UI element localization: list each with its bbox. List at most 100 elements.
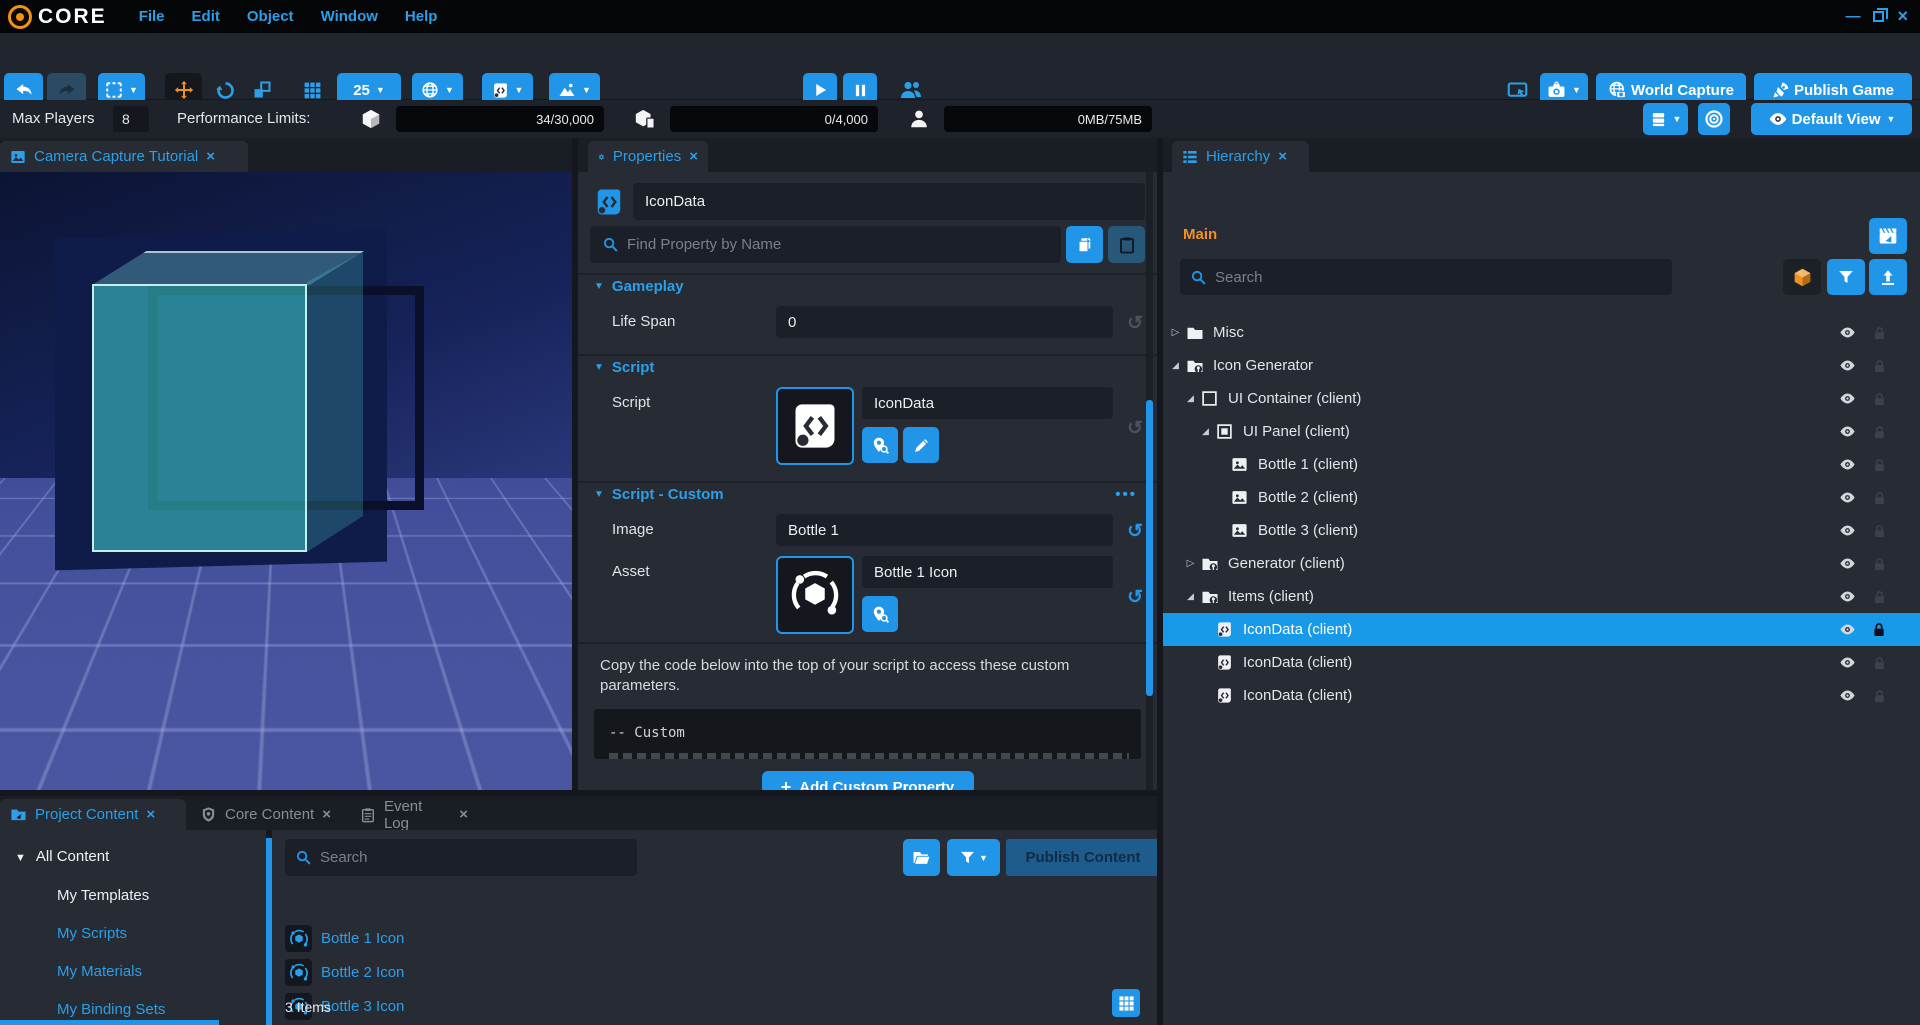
reset-icon[interactable]: ↺ [1127, 312, 1143, 335]
copy-properties-button[interactable] [1066, 226, 1103, 263]
help-target-button[interactable] [1698, 103, 1730, 135]
caret-expanded-icon[interactable]: ◢ [1183, 393, 1198, 404]
tree-row-selected[interactable]: IconData (client) [1163, 613, 1920, 646]
caret-collapsed-icon[interactable]: ▷ [1183, 558, 1198, 569]
script-asset-tile[interactable] [776, 387, 854, 465]
scene-root-label[interactable]: Main [1183, 226, 1217, 243]
code-snippet-box[interactable]: -- Custom [594, 709, 1141, 759]
tree-row[interactable]: ◢ Icon Generator [1163, 349, 1920, 382]
menu-help[interactable]: Help [405, 8, 438, 25]
tree-row[interactable]: ▷ Generator (client) [1163, 547, 1920, 580]
section-menu-icon[interactable]: ••• [1115, 486, 1137, 503]
caret-expanded-icon[interactable]: ◢ [1198, 426, 1213, 437]
reset-icon[interactable]: ↺ [1127, 586, 1143, 609]
object-name-field[interactable]: IconData [633, 183, 1145, 220]
close-button[interactable]: × [1897, 6, 1908, 27]
tab-close-icon[interactable]: × [459, 806, 468, 823]
grid-view-button[interactable] [1112, 989, 1140, 1017]
export-button[interactable] [1869, 259, 1907, 295]
sidebar-item-my-binding-sets[interactable]: My Binding Sets [57, 1001, 165, 1018]
asset-row[interactable]: Bottle 2 Icon [285, 959, 404, 986]
asset-type-icon-button[interactable] [1783, 259, 1821, 295]
visibility-eye-icon[interactable] [1839, 324, 1856, 342]
add-custom-property-button[interactable]: + Add Custom Property [762, 771, 974, 791]
publish-content-button[interactable]: Publish Content [1006, 839, 1160, 876]
properties-tab-close-icon[interactable]: × [689, 148, 698, 165]
visibility-eye-icon[interactable] [1839, 456, 1856, 474]
visibility-eye-icon[interactable] [1839, 588, 1856, 606]
tree-row[interactable]: Bottle 1 (client) [1163, 448, 1920, 481]
lock-icon[interactable] [1871, 621, 1887, 638]
tab-hierarchy[interactable]: Hierarchy × [1172, 141, 1309, 172]
sidebar-scroll-edge[interactable] [0, 1020, 219, 1025]
menu-window[interactable]: Window [321, 8, 378, 25]
save-dropdown[interactable]: ▼ [1643, 103, 1688, 135]
asset-row[interactable]: Bottle 1 Icon [285, 925, 404, 952]
scene-capture-button[interactable] [1869, 218, 1907, 254]
content-filter-dropdown[interactable]: ▼ [947, 839, 1000, 876]
edit-script-button[interactable] [903, 427, 939, 463]
visibility-eye-icon[interactable] [1839, 621, 1856, 639]
lock-icon[interactable] [1872, 456, 1887, 473]
lock-icon[interactable] [1872, 654, 1887, 671]
content-search-input[interactable]: Search [285, 839, 637, 876]
import-folder-button[interactable] [903, 839, 940, 876]
lock-icon[interactable] [1872, 423, 1887, 440]
lock-icon[interactable] [1872, 324, 1887, 341]
viewport-tab-close-icon[interactable]: × [206, 148, 215, 165]
caret-expanded-icon[interactable]: ◢ [1168, 360, 1183, 371]
tab-core-content[interactable]: Core Content × [190, 799, 342, 830]
asset-tile[interactable] [776, 556, 854, 634]
properties-scrollbar[interactable] [1146, 172, 1153, 790]
image-field[interactable]: Bottle 1 [776, 514, 1113, 546]
find-asset-button[interactable] [862, 427, 898, 463]
menu-object[interactable]: Object [247, 8, 294, 25]
section-gameplay[interactable]: ▼ Gameplay [578, 273, 1157, 298]
lock-icon[interactable] [1872, 588, 1887, 605]
filter-button[interactable] [1827, 259, 1865, 295]
visibility-eye-icon[interactable] [1839, 654, 1856, 672]
tree-row[interactable]: ◢ Items (client) [1163, 580, 1920, 613]
tree-row[interactable]: IconData (client) [1163, 679, 1920, 712]
paste-properties-button[interactable] [1108, 226, 1145, 263]
tab-properties[interactable]: Properties × [588, 141, 708, 172]
3d-viewport[interactable] [0, 172, 572, 790]
visibility-eye-icon[interactable] [1839, 357, 1856, 375]
sidebar-item-my-materials[interactable]: My Materials [57, 963, 142, 980]
restore-button[interactable] [1873, 11, 1884, 22]
lock-icon[interactable] [1872, 390, 1887, 407]
lock-icon[interactable] [1872, 357, 1887, 374]
caret-expanded-icon[interactable]: ◢ [1183, 591, 1198, 602]
tree-row[interactable]: ▷ Misc [1163, 316, 1920, 349]
section-script[interactable]: ▼ Script [578, 354, 1157, 379]
hierarchy-tab-close-icon[interactable]: × [1278, 148, 1287, 165]
asset-name-field[interactable]: Bottle 1 Icon [862, 556, 1113, 588]
minimize-button[interactable]: — [1845, 8, 1860, 25]
tab-project-content[interactable]: Project Content × [0, 799, 186, 830]
visibility-eye-icon[interactable] [1839, 687, 1856, 705]
visibility-eye-icon[interactable] [1839, 423, 1856, 441]
find-property-input[interactable]: Find Property by Name [590, 226, 1061, 263]
lock-icon[interactable] [1872, 489, 1887, 506]
sidebar-item-my-templates[interactable]: My Templates [57, 887, 149, 904]
reset-icon[interactable]: ↺ [1127, 520, 1143, 543]
sidebar-item-all-content[interactable]: ▼All Content [15, 848, 109, 865]
reset-icon[interactable]: ↺ [1127, 417, 1143, 440]
hierarchy-search-input[interactable]: Search [1180, 259, 1672, 295]
menu-file[interactable]: File [139, 8, 165, 25]
lock-icon[interactable] [1872, 555, 1887, 572]
tree-row[interactable]: Bottle 3 (client) [1163, 514, 1920, 547]
tree-row[interactable]: Bottle 2 (client) [1163, 481, 1920, 514]
tab-close-icon[interactable]: × [322, 806, 331, 823]
visibility-eye-icon[interactable] [1839, 522, 1856, 540]
default-view-dropdown[interactable]: Default View▼ [1751, 103, 1912, 135]
script-name-field[interactable]: IconData [862, 387, 1113, 419]
caret-collapsed-icon[interactable]: ▷ [1168, 327, 1183, 338]
tree-row[interactable]: ◢ UI Panel (client) [1163, 415, 1920, 448]
lock-icon[interactable] [1872, 687, 1887, 704]
lock-icon[interactable] [1872, 522, 1887, 539]
visibility-eye-icon[interactable] [1839, 555, 1856, 573]
tree-row[interactable]: IconData (client) [1163, 646, 1920, 679]
menu-edit[interactable]: Edit [192, 8, 220, 25]
visibility-eye-icon[interactable] [1839, 390, 1856, 408]
